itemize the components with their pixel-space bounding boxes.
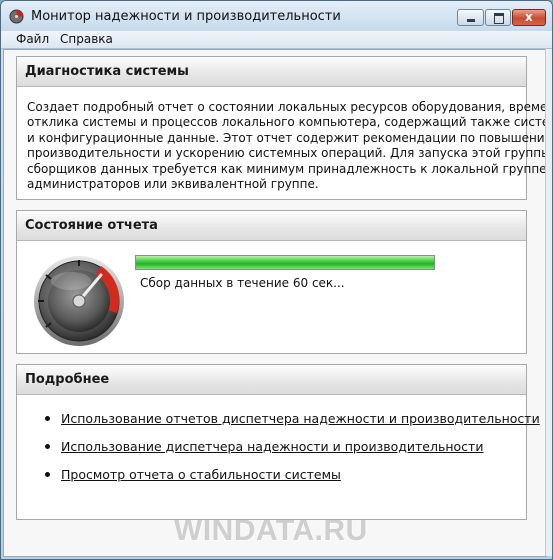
list-item: Использование диспетчера надежности и пр… (17, 439, 526, 467)
menu-file[interactable]: Файл (15, 32, 50, 46)
report-status-section: Состояние отчета Сбор данных в течение 6… (16, 210, 527, 354)
links-list: Использование отчетов диспетчера надежно… (17, 411, 540, 495)
minimize-icon (467, 19, 475, 22)
progress-bar (135, 255, 435, 270)
description-line: отклика системы и процессов локального к… (27, 115, 553, 130)
list-item: Использование отчетов диспетчера надежно… (17, 411, 540, 439)
diagnostics-description: Создает подробный отчет о состоянии лока… (17, 87, 553, 192)
link-reliability-reports[interactable]: Использование отчетов диспетчера надежно… (61, 411, 540, 426)
scrollbar[interactable] (545, 49, 552, 556)
more-section: Подробнее Использование отчетов диспетче… (16, 364, 540, 520)
maximize-button[interactable] (485, 9, 511, 26)
diagnostics-section: Диагностика системы Создает подробный от… (16, 56, 553, 200)
title-bar[interactable]: Монитор надежности и производительности … (1, 1, 552, 31)
gauge-icon (34, 256, 124, 346)
description-line: производительности и ускорению системных… (27, 146, 551, 161)
list-item: Просмотр отчета о стабильности системы (17, 467, 526, 495)
link-stability-report[interactable]: Просмотр отчета о стабильности системы (61, 467, 341, 482)
link-reliability-monitor[interactable]: Использование диспетчера надежности и пр… (61, 439, 483, 454)
more-title: Подробнее (17, 365, 526, 395)
description-line: сборщиков данных требуется как минимум п… (27, 161, 547, 176)
diagnostics-title: Диагностика системы (17, 57, 526, 87)
minimize-button[interactable] (457, 9, 484, 26)
report-status-title: Состояние отчета (17, 211, 526, 241)
bullet-icon (45, 444, 50, 449)
description-line: Создает подробный отчет о состоянии лока… (27, 100, 553, 114)
window-title: Монитор надежности и производительности (31, 9, 341, 24)
menu-bar: Файл Справка (1, 31, 552, 49)
maximize-icon (494, 13, 504, 24)
close-button[interactable]: x (512, 9, 546, 26)
app-icon (9, 9, 24, 24)
app-window: Монитор надежности и производительности … (0, 0, 553, 560)
menu-help[interactable]: Справка (59, 32, 114, 46)
status-text: Сбор данных в течение 60 сек... (140, 276, 345, 290)
bullet-icon (45, 472, 50, 477)
watermark: WINDATA.RU (174, 514, 368, 547)
content-area: Диагностика системы Создает подробный от… (3, 49, 553, 557)
progress-fill (136, 256, 434, 269)
description-line: и конфигурационные данные. Этот отчет со… (27, 130, 553, 145)
close-icon: x (525, 10, 533, 24)
bullet-icon (45, 416, 50, 421)
description-line: администраторов или эквивалентной группе… (27, 177, 319, 192)
